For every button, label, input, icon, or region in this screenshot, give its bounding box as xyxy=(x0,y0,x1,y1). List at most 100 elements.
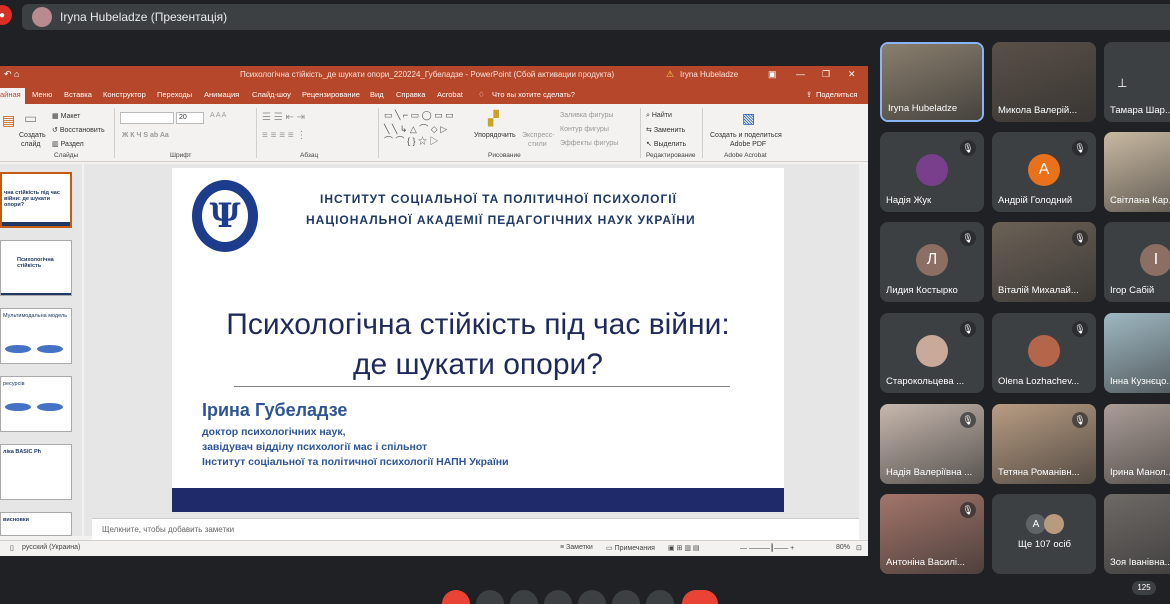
participant-tile[interactable]: A Ще 107 осіб xyxy=(992,494,1096,574)
new-slide-label-2[interactable]: слайд xyxy=(21,141,40,148)
font-size-box[interactable]: 20 xyxy=(176,112,204,124)
minimize-icon[interactable]: — xyxy=(796,69,805,79)
share-icon[interactable]: ⇪ xyxy=(806,90,812,99)
participant-tile[interactable]: Микола Валерій... xyxy=(992,42,1096,122)
tab-animation[interactable]: Анимация xyxy=(204,90,239,99)
slide-thumbnail-5[interactable]: ліка BASIC Ph xyxy=(0,444,72,500)
current-slide[interactable]: Ψ ІНСТИТУТ СОЦІАЛЬНОЇ ТА ПОЛІТИЧНОЇ ПСИХ… xyxy=(172,168,784,512)
find-button[interactable]: ⌕ Найти xyxy=(646,112,672,120)
layout-button[interactable]: ▦ Макет xyxy=(52,112,80,120)
align-icons[interactable]: ≡ ≡ ≡ ≡ ⋮ xyxy=(262,130,306,141)
font-style-icons[interactable]: Ж К Ч S ab Aa xyxy=(122,132,169,139)
shape-outline-button[interactable]: Контур фигуры xyxy=(560,126,609,133)
presenter-avatar xyxy=(32,7,52,27)
mic-muted-icon: 🎙︎ xyxy=(1072,321,1088,337)
participant-avatar xyxy=(1028,335,1060,367)
more-participants-label: Ще 107 осіб xyxy=(1018,539,1071,550)
participant-name: Микола Валерій... xyxy=(998,105,1078,116)
participant-tile[interactable]: 🎙︎ Olena Lozhachev... xyxy=(992,313,1096,393)
tab-review[interactable]: Рецензирование xyxy=(302,90,360,99)
participant-name: Антоніна Василі... xyxy=(886,557,965,568)
select-button[interactable]: ↖ Выделить xyxy=(646,140,686,148)
arrange-label[interactable]: Упорядочить xyxy=(474,132,516,139)
tab-acrobat[interactable]: Acrobat xyxy=(437,90,463,99)
status-language[interactable]: русский (Украина) xyxy=(22,544,80,551)
participant-tile[interactable]: 🎙︎Зоя Іванівна... xyxy=(1104,494,1170,574)
font-name-box[interactable] xyxy=(120,112,174,124)
fit-slide-icon[interactable]: ⊡ xyxy=(856,544,862,552)
participant-tile[interactable]: 🎙︎Ірина Манол... xyxy=(1104,404,1170,484)
tab-help[interactable]: Справка xyxy=(396,90,425,99)
participants-count-badge[interactable]: 125 xyxy=(1132,581,1156,595)
participant-tile[interactable]: 🎙︎Інна Кузнєцо... xyxy=(1104,313,1170,393)
notes-toggle[interactable]: ≡ Заметки xyxy=(560,544,593,551)
shape-fill-button[interactable]: Заливка фигуры xyxy=(560,112,613,119)
notes-pane[interactable]: Щелкните, чтобы добавить заметки xyxy=(92,518,859,540)
spellcheck-icon[interactable]: ▯ xyxy=(10,544,14,552)
slide-thumbnail-4[interactable]: ресурсів xyxy=(0,376,72,432)
tab-design[interactable]: Конструктор xyxy=(103,90,146,99)
participant-name: Тетяна Романівн... xyxy=(998,467,1080,478)
new-slide-icon[interactable]: ▭ xyxy=(24,110,37,127)
tell-me-search[interactable]: Что вы хотите сделать? xyxy=(492,90,575,99)
view-buttons[interactable]: ▣ ⊞ ▥ ▤ xyxy=(668,544,700,552)
shapes-gallery-row3[interactable]: ⌒ ⌒ { } ☆ ▷ xyxy=(384,134,439,147)
paste-icon[interactable]: ▤ xyxy=(2,112,15,129)
participant-tile[interactable]: Л 🎙︎ Лидия Костырко xyxy=(880,222,984,302)
tab-menu[interactable]: Меню xyxy=(32,90,52,99)
quick-styles-label-2[interactable]: стили xyxy=(528,141,547,148)
slide-scrollbar[interactable] xyxy=(859,164,868,546)
thumbnail-scrollbar[interactable] xyxy=(84,164,92,536)
leave-call-button[interactable] xyxy=(682,590,718,604)
quick-access-icons[interactable]: ↶ ⌂ xyxy=(4,69,19,80)
tab-transitions[interactable]: Переходы xyxy=(157,90,192,99)
pin-icon[interactable]: ⊥ xyxy=(1117,76,1127,90)
restore-icon[interactable]: ❐ xyxy=(822,69,830,80)
participant-tile[interactable]: 🎙︎ Старокольцева ... xyxy=(880,313,984,393)
ribbon-display-icon[interactable]: ▣ xyxy=(768,69,777,80)
font-grow-icons[interactable]: A A A xyxy=(210,112,226,119)
slide-thumbnails-pane[interactable]: чна стійкість під час війни: де шукати о… xyxy=(0,164,82,536)
participant-tile[interactable]: 🎙︎Тамара Шар... xyxy=(1104,42,1170,122)
tab-home[interactable]: айная xyxy=(0,88,25,104)
participant-tile[interactable]: І🎙︎Ігор Сабій xyxy=(1104,222,1170,302)
new-slide-label-1[interactable]: Создать xyxy=(19,132,46,139)
presenter-chip[interactable]: Iryna Hubeladze (Презентація) xyxy=(22,4,1170,30)
slide-thumbnail-2[interactable]: Психологічна стійкість xyxy=(0,240,72,296)
participant-tile[interactable]: 🎙︎ Антоніна Василі... xyxy=(880,494,984,574)
participant-tile[interactable]: A 🎙︎ Андрій Голодний xyxy=(992,132,1096,212)
slide-thumbnail-3[interactable]: Мультимодальна модель xyxy=(0,308,72,364)
participant-tile[interactable]: Iryna Hubeladze xyxy=(880,42,984,122)
mic-muted-icon: 🎙︎ xyxy=(960,230,976,246)
tab-insert[interactable]: Вставка xyxy=(64,90,92,99)
tab-view[interactable]: Вид xyxy=(370,90,384,99)
list-icons[interactable]: ☰ ☰ ⇤ ⇥ xyxy=(262,112,305,123)
participant-tile[interactable]: 🎙︎ Надія Валеріївна ... xyxy=(880,404,984,484)
comments-toggle[interactable]: ▭ Примечания xyxy=(606,544,655,552)
section-button[interactable]: ▥ Раздел xyxy=(52,140,84,148)
participant-tile[interactable]: 🎙︎Світлана Кар... xyxy=(1104,132,1170,212)
quick-styles-label-1[interactable]: Экспресс- xyxy=(522,132,555,139)
participant-tile[interactable]: 🎙︎ Надія Жук xyxy=(880,132,984,212)
zoom-slider[interactable]: — ———┃—— + xyxy=(740,544,794,552)
tab-slideshow[interactable]: Слайд-шоу xyxy=(252,90,291,99)
arrange-icon[interactable]: ▞ xyxy=(488,110,499,127)
presenter-chip-label: Iryna Hubeladze (Презентація) xyxy=(60,10,228,24)
slide-thumbnail-6[interactable]: висновки xyxy=(0,512,72,536)
stop-presenting-icon[interactable]: ● xyxy=(0,5,12,25)
participant-tile[interactable]: 🎙︎ Тетяна Романівн... xyxy=(992,404,1096,484)
close-icon[interactable]: ✕ xyxy=(848,69,856,80)
reset-button[interactable]: ↺ Восстановить xyxy=(52,126,105,134)
shape-effects-button[interactable]: Эффекты фигуры xyxy=(560,140,618,147)
zoom-level[interactable]: 80% xyxy=(836,544,850,551)
replace-label: Заменить xyxy=(653,127,686,134)
create-pdf-icon[interactable]: ▧ xyxy=(742,110,755,127)
share-button[interactable]: Поделиться xyxy=(816,90,857,99)
participant-name: Надія Жук xyxy=(886,195,932,206)
shapes-gallery-icon[interactable]: ▭ ╲ ⌐ ▭ ◯ ▭ ▭ xyxy=(384,110,454,121)
create-pdf-label-2[interactable]: Adobe PDF xyxy=(730,141,766,148)
participant-tile[interactable]: 🎙︎ Віталій Михалай... xyxy=(992,222,1096,302)
create-pdf-label-1[interactable]: Создать и поделиться xyxy=(710,132,782,139)
slide-thumbnail-1[interactable]: чна стійкість під час війни: де шукати о… xyxy=(0,172,72,228)
replace-button[interactable]: ⇆ Заменить xyxy=(646,126,685,134)
